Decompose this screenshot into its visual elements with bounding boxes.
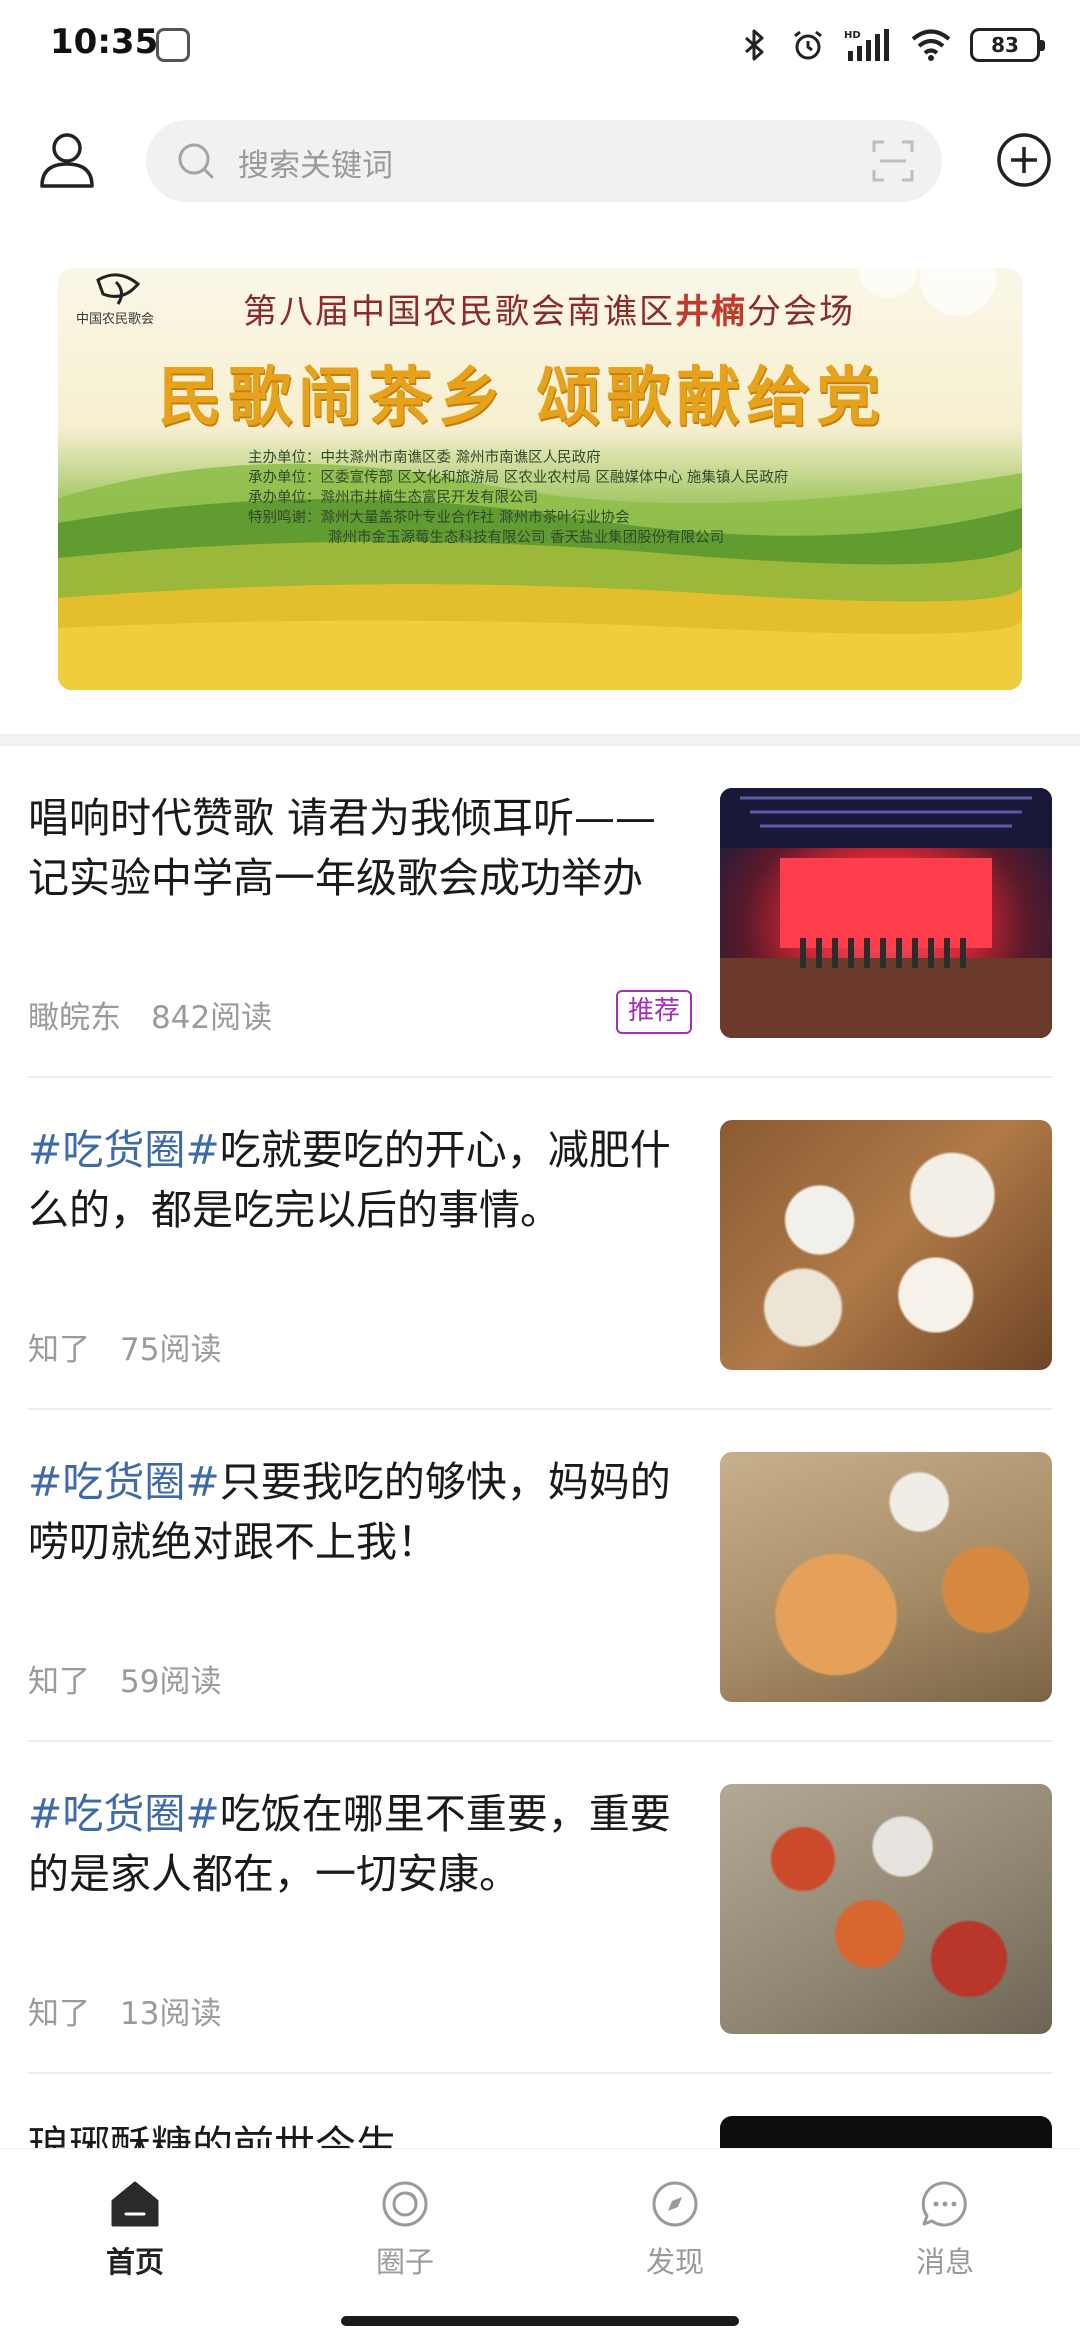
tab-home[interactable]: 首页: [45, 2177, 225, 2297]
section-divider: [0, 734, 1080, 746]
banner-info-line: 特别鸣谢：滁州大量盖茶叶专业合作社 滁州市茶叶行业协会: [248, 510, 630, 526]
article-thumbnail[interactable]: [720, 788, 1052, 1038]
stage-illustration: [720, 788, 1052, 1038]
article-title: #吃货圈#吃就要吃的开心，减肥什么的，都是吃完以后的事情。: [28, 1120, 678, 1240]
search-input[interactable]: 搜索关键词: [146, 120, 942, 202]
scan-icon[interactable]: [872, 140, 914, 182]
wifi-icon: [911, 29, 951, 61]
article-reads: 75阅读: [120, 1332, 222, 1368]
banner-subtitle-highlight: 井楠: [675, 292, 747, 332]
tab-circle[interactable]: 圈子: [315, 2177, 495, 2297]
article-card[interactable]: #吃货圈#吃就要吃的开心，减肥什么的，都是吃完以后的事情。 知了 75阅读: [28, 1078, 1052, 1410]
article-author: 知了: [28, 1332, 90, 1368]
article-meta: 知了 75阅读: [28, 1324, 221, 1369]
article-tag[interactable]: #吃货圈#: [28, 1458, 220, 1506]
add-icon[interactable]: [996, 132, 1052, 188]
article-meta: 知了 13阅读: [28, 1988, 221, 2033]
message-icon: [921, 2181, 967, 2227]
article-meta: 知了 59阅读: [28, 1656, 221, 1701]
search-placeholder: 搜索关键词: [238, 148, 393, 184]
banner-info-line: 主办单位：中共滁州市南谯区委 滁州市南谯区人民政府: [248, 450, 601, 466]
alarm-icon: [794, 30, 822, 60]
signal-hd-icon: HD: [844, 29, 889, 61]
article-card[interactable]: #吃货圈#吃饭在哪里不重要，重要的是家人都在，一切安康。 知了 13阅读: [28, 1742, 1052, 2074]
battery-icon: 83: [970, 28, 1045, 62]
app-screen: 10:35 HD 83 搜索关键词 中国农民歌会 第八届中国农民歌会南谯区井楠分…: [0, 0, 1080, 2340]
article-author: 知了: [28, 1664, 90, 1700]
article-card[interactable]: 唱响时代赞歌 请君为我倾耳听——记实验中学高一年级歌会成功举办 瞰皖东 842阅读…: [28, 746, 1052, 1078]
article-thumbnail[interactable]: [720, 1120, 1052, 1370]
promo-banner[interactable]: 中国农民歌会 第八届中国农民歌会南谯区井楠分会场 民歌闹茶乡 颂歌献给党 主办单…: [58, 268, 1022, 690]
article-author: 知了: [28, 1996, 90, 2032]
banner-subtitle-prefix: 第八届中国农民歌会南谯区: [243, 292, 675, 332]
tab-label: 发现: [645, 2245, 704, 2279]
article-title: #吃货圈#只要我吃的够快，妈妈的唠叨就绝对跟不上我！: [28, 1452, 678, 1572]
tab-messages[interactable]: 消息: [855, 2177, 1035, 2297]
status-bar: 10:35 HD 83: [0, 0, 1080, 90]
banner-info-line: 承办单位：滁州市井楠生态富民开发有限公司: [248, 490, 538, 506]
notification-app-icon: [156, 28, 190, 62]
tab-label: 消息: [915, 2245, 974, 2279]
bottom-nav: 首页 圈子 发现 消息: [0, 2148, 1080, 2340]
banner-logo-text: 中国农民歌会: [76, 312, 155, 327]
tab-label: 首页: [105, 2245, 164, 2279]
article-tag[interactable]: #吃货圈#: [28, 1126, 220, 1174]
profile-icon[interactable]: [36, 128, 98, 190]
search-icon: [178, 143, 214, 179]
recommend-badge: 推荐: [616, 990, 693, 1034]
article-reads: 59阅读: [120, 1664, 222, 1700]
banner-info: 主办单位：中共滁州市南谯区委 滁州市南谯区人民政府 承办单位：区委宣传部 区文化…: [248, 448, 788, 548]
article-tag[interactable]: #吃货圈#: [28, 1790, 220, 1838]
article-author: 瞰皖东: [28, 1000, 121, 1036]
tab-discover[interactable]: 发现: [585, 2177, 765, 2297]
article-card[interactable]: #吃货圈#只要我吃的够快，妈妈的唠叨就绝对跟不上我！ 知了 59阅读: [28, 1410, 1052, 1742]
home-indicator[interactable]: [341, 2316, 739, 2326]
banner-title: 民歌闹茶乡 颂歌献给党: [158, 360, 887, 435]
home-icon: [111, 2181, 159, 2227]
bluetooth-icon: [745, 29, 764, 61]
discover-icon: [652, 2181, 698, 2227]
top-bar: 搜索关键词: [0, 118, 1080, 204]
article-text: 唱响时代赞歌 请君为我倾耳听——记实验中学高一年级歌会成功举办: [28, 794, 657, 902]
status-time: 10:35: [50, 22, 159, 62]
article-title: #吃货圈#吃饭在哪里不重要，重要的是家人都在，一切安康。: [28, 1784, 678, 1904]
banner-info-line: 滁州市金玉源莓生态科技有限公司 香天盐业集团股份有限公司: [328, 530, 725, 546]
article-title: 唱响时代赞歌 请君为我倾耳听——记实验中学高一年级歌会成功举办: [28, 788, 678, 908]
article-reads: 13阅读: [120, 1996, 222, 2032]
banner-subtitle: 第八届中国农民歌会南谯区井楠分会场: [243, 284, 855, 333]
banner-logo: [96, 273, 141, 305]
status-icons: HD 83: [736, 24, 1045, 66]
svg-text:HD: HD: [844, 30, 861, 41]
article-meta: 瞰皖东 842阅读: [28, 992, 272, 1037]
circle-icon: [382, 2181, 428, 2227]
article-thumbnail[interactable]: [720, 1452, 1052, 1702]
article-reads: 842阅读: [151, 1000, 273, 1036]
article-thumbnail[interactable]: [720, 1784, 1052, 2034]
banner-info-line: 承办单位：区委宣传部 区文化和旅游局 区农业农村局 区融媒体中心 施集镇人民政府: [248, 470, 789, 486]
tab-label: 圈子: [375, 2245, 434, 2279]
banner-subtitle-suffix: 分会场: [747, 292, 855, 332]
